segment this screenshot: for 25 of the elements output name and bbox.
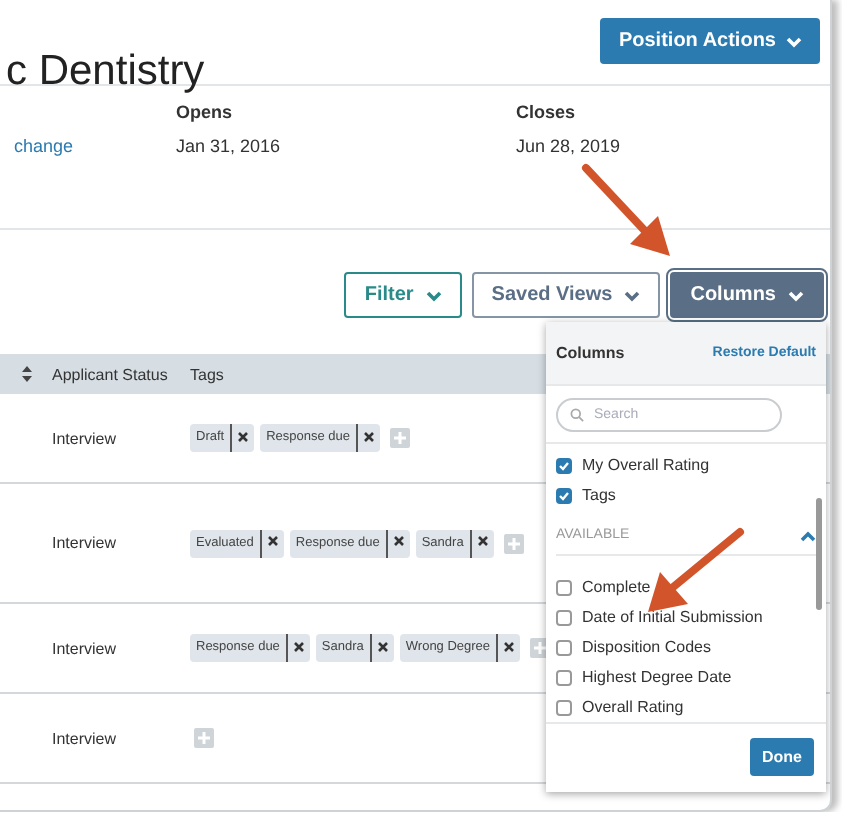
column-header[interactable]: Applicant Status	[52, 365, 190, 383]
checkbox-item[interactable]: My Overall Rating	[556, 450, 816, 480]
field-label: Opens	[176, 102, 235, 122]
field-value: Jun 28, 2019	[516, 136, 623, 156]
menu-title: Columns	[556, 344, 625, 363]
toolbar-button[interactable]: Saved Views	[471, 272, 661, 318]
table-cell-text: Interview	[50, 429, 119, 447]
toolbar-button[interactable]: Filter	[344, 272, 462, 318]
page-title: c Dentistry	[6, 50, 205, 92]
table-cell-text: Interview	[50, 639, 119, 657]
field-value: Jan 31, 2016	[176, 136, 283, 156]
done-button[interactable]: Done	[750, 738, 814, 776]
checkbox-item[interactable]: Overall Rating	[556, 692, 816, 722]
checkbox-item[interactable]: Date of Initial Submission	[556, 602, 816, 632]
column-header[interactable]: Tags	[190, 365, 430, 383]
position-actions-button[interactable]: Position Actions	[600, 18, 820, 64]
checkbox-item[interactable]: Complete	[556, 572, 816, 602]
checkbox-item[interactable]: Disposition Codes	[556, 632, 816, 662]
change-link[interactable]: change	[14, 136, 74, 156]
checkbox-item[interactable]: Tags	[556, 480, 816, 510]
table-cell-text: Interview	[50, 534, 119, 552]
field-label: Closes	[516, 102, 578, 122]
table-cell-text: Interview	[50, 729, 119, 747]
toolbar-button[interactable]: Columns	[670, 272, 824, 318]
checkbox-item[interactable]: Highest Degree Date	[556, 662, 816, 692]
